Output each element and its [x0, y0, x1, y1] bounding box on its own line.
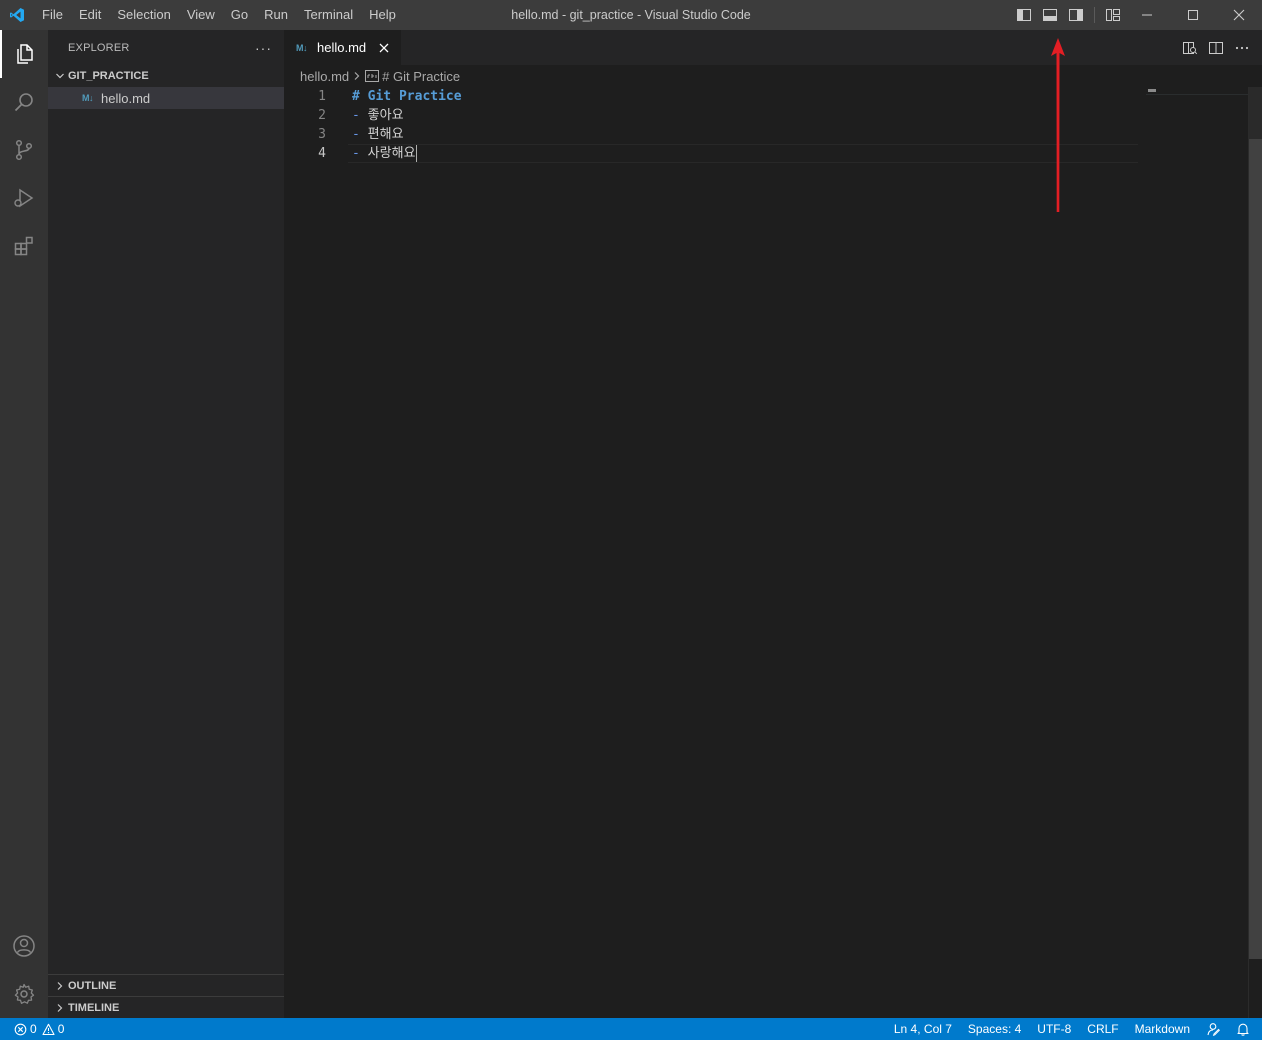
toggle-panel-icon[interactable] — [1039, 4, 1061, 26]
cursor-position[interactable]: Ln 4, Col 7 — [886, 1018, 960, 1040]
vscode-logo-icon — [0, 0, 34, 30]
outline-section[interactable]: OUTLINE — [48, 974, 284, 996]
notifications-bell-icon[interactable] — [1228, 1018, 1262, 1040]
outline-label: OUTLINE — [68, 979, 117, 992]
status-bar-right: Ln 4, Col 7 Spaces: 4 UTF-8 CRLF Markdow… — [886, 1018, 1262, 1040]
chevron-right-icon — [52, 1003, 68, 1013]
more-actions-icon[interactable]: ··· — [255, 40, 272, 56]
editor-area: M↓ hello.md hello.md # Git Practice 1 # … — [284, 30, 1262, 1018]
explorer-title: EXPLORER — [68, 41, 130, 54]
code-line: 1 # Git Practice — [284, 87, 1146, 106]
menu-help[interactable]: Help — [361, 0, 404, 30]
markdown-icon: M↓ — [82, 93, 94, 103]
folder-label: GIT_PRACTICE — [68, 70, 149, 82]
indentation[interactable]: Spaces: 4 — [960, 1018, 1029, 1040]
toggle-secondary-sidebar-icon[interactable] — [1065, 4, 1087, 26]
menu-run[interactable]: Run — [256, 0, 296, 30]
layout-separator — [1094, 7, 1095, 23]
chevron-right-icon — [352, 71, 362, 81]
tab-close-icon[interactable] — [375, 39, 393, 57]
file-hello-md[interactable]: M↓ hello.md — [48, 87, 284, 109]
list-bullet: - — [352, 146, 368, 161]
breadcrumb-file[interactable]: hello.md — [300, 69, 349, 84]
status-bar: 0 0 Ln 4, Col 7 Spaces: 4 UTF-8 CRLF Mar… — [0, 1018, 1262, 1040]
end-of-line[interactable]: CRLF — [1079, 1018, 1126, 1040]
split-editor-icon[interactable] — [1206, 38, 1226, 58]
folder-git-practice[interactable]: GIT_PRACTICE — [48, 65, 284, 87]
search-icon[interactable] — [0, 78, 48, 126]
symbol-string-icon — [365, 70, 380, 82]
timeline-label: TIMELINE — [68, 1001, 120, 1014]
markdown-icon: M↓ — [296, 42, 308, 53]
accounts-icon[interactable] — [0, 922, 48, 970]
more-actions-icon[interactable] — [1232, 38, 1252, 58]
list-item-text: 편해요 — [367, 127, 404, 142]
line-number: 2 — [318, 108, 326, 123]
code-line: 2 - 좋아요 — [284, 106, 1146, 125]
code-line-current: 4 - 사랑해요 — [284, 144, 1146, 163]
manage-gear-icon[interactable] — [0, 970, 48, 1018]
layout-controls — [1013, 0, 1124, 30]
encoding[interactable]: UTF-8 — [1029, 1018, 1079, 1040]
window-controls — [1124, 0, 1262, 30]
line-number: 4 — [318, 146, 326, 161]
feedback-icon[interactable] — [1198, 1018, 1228, 1040]
chevron-right-icon — [52, 981, 68, 991]
current-line-highlight — [348, 144, 1138, 163]
list-item-text: 사랑해요 — [367, 146, 416, 161]
minimap[interactable] — [1146, 87, 1248, 1018]
title-bar: File Edit Selection View Go Run Terminal… — [0, 0, 1262, 30]
extensions-icon[interactable] — [0, 222, 48, 270]
menu-edit[interactable]: Edit — [71, 0, 109, 30]
breadcrumb: hello.md # Git Practice — [284, 65, 1262, 87]
list-bullet: - — [352, 108, 368, 123]
customize-layout-icon[interactable] — [1102, 4, 1124, 26]
chevron-down-icon — [52, 71, 68, 81]
line-number: 1 — [318, 89, 326, 104]
minimap-content — [1148, 89, 1156, 92]
code-line: 3 - 편해요 — [284, 125, 1146, 144]
warning-count: 0 — [57, 1022, 65, 1036]
error-count: 0 — [30, 1022, 37, 1036]
problems-indicator[interactable]: 0 0 — [0, 1022, 64, 1036]
error-icon — [14, 1023, 27, 1036]
breadcrumb-symbol[interactable]: # Git Practice — [382, 69, 460, 84]
menu-selection[interactable]: Selection — [109, 0, 178, 30]
menu-file[interactable]: File — [34, 0, 71, 30]
activity-bar — [0, 30, 48, 1018]
vertical-scrollbar[interactable] — [1248, 87, 1262, 1018]
menu-bar: File Edit Selection View Go Run Terminal… — [34, 0, 404, 30]
explorer-icon[interactable] — [0, 30, 48, 78]
menu-terminal[interactable]: Terminal — [296, 0, 361, 30]
minimize-icon[interactable] — [1124, 0, 1170, 30]
close-icon[interactable] — [1216, 0, 1262, 30]
menu-view[interactable]: View — [179, 0, 223, 30]
source-control-icon[interactable] — [0, 126, 48, 174]
line-number: 3 — [318, 127, 326, 142]
text-cursor — [415, 145, 417, 162]
timeline-section[interactable]: TIMELINE — [48, 996, 284, 1018]
toggle-primary-sidebar-icon[interactable] — [1013, 4, 1035, 26]
scrollbar-thumb[interactable] — [1249, 139, 1262, 959]
tab-bar: M↓ hello.md — [284, 30, 1262, 65]
list-bullet: - — [352, 127, 368, 142]
explorer-sidebar: EXPLORER ··· GIT_PRACTICE M↓ hello.md OU… — [48, 30, 284, 1018]
minimap-slider[interactable] — [1146, 87, 1248, 95]
open-preview-to-side-icon[interactable] — [1180, 38, 1200, 58]
maximize-icon[interactable] — [1170, 0, 1216, 30]
tab-hello-md[interactable]: M↓ hello.md — [284, 30, 402, 65]
menu-go[interactable]: Go — [223, 0, 256, 30]
file-label: hello.md — [101, 90, 151, 106]
warning-icon — [42, 1023, 55, 1036]
language-mode[interactable]: Markdown — [1127, 1018, 1198, 1040]
tab-label: hello.md — [317, 40, 367, 55]
list-item-text: 좋아요 — [367, 108, 404, 123]
explorer-header: EXPLORER ··· — [48, 30, 284, 65]
code-editor[interactable]: 1 # Git Practice 2 - 좋아요 3 - 편해요 4 - 사랑해… — [284, 87, 1146, 163]
run-debug-icon[interactable] — [0, 174, 48, 222]
heading-text: # Git Practice — [352, 89, 462, 104]
editor-actions — [1180, 30, 1252, 65]
scrollbar-track — [1249, 87, 1262, 139]
